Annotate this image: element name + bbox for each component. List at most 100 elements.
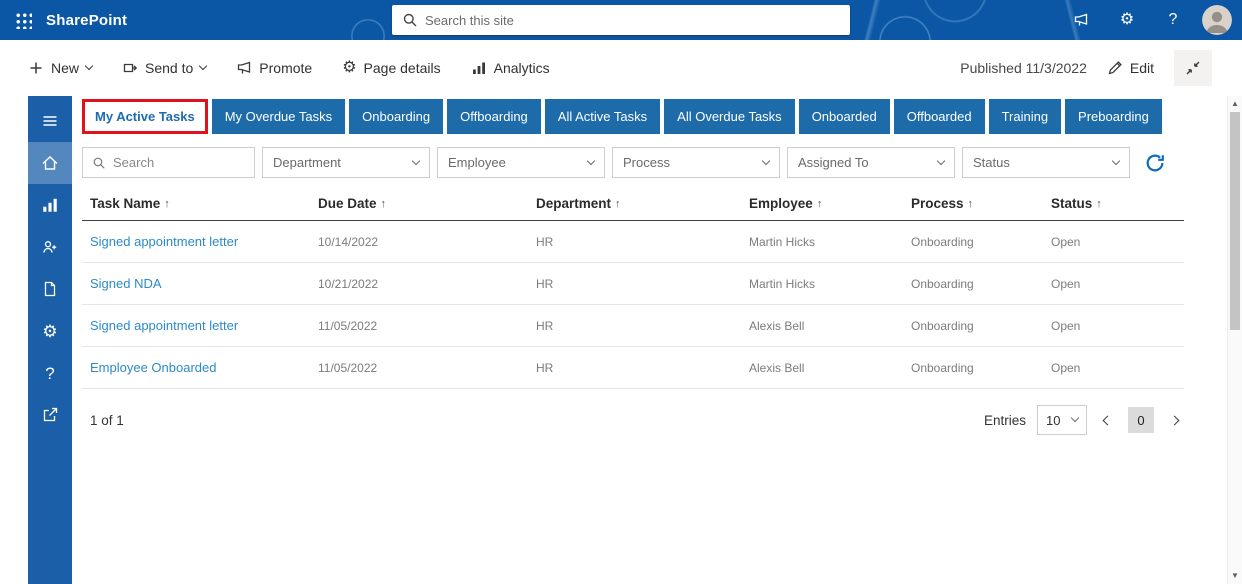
- filter-dropdown-process[interactable]: Process: [612, 147, 780, 178]
- table-body: Signed appointment letter10/14/2022HRMar…: [82, 221, 1184, 389]
- task-search-input[interactable]: [113, 155, 245, 170]
- tab-onboarding[interactable]: Onboarding: [349, 99, 443, 134]
- chevron-down-icon: [937, 156, 945, 164]
- column-label: Department: [536, 196, 611, 211]
- department-cell: HR: [528, 319, 741, 333]
- status-cell: Open: [1043, 277, 1184, 291]
- gear-icon: ⚙: [1120, 12, 1134, 28]
- gear-button[interactable]: ⚙: [1116, 9, 1138, 31]
- sidebar-share[interactable]: [28, 394, 72, 436]
- refresh-button[interactable]: [1144, 152, 1166, 174]
- current-page-button[interactable]: 0: [1128, 407, 1154, 433]
- sidebar-analytics[interactable]: [28, 184, 72, 226]
- search-icon: [92, 156, 106, 170]
- column-header-department[interactable]: Department↑: [528, 196, 741, 211]
- process-cell: Onboarding: [903, 277, 1043, 291]
- dropdown-label: Assigned To: [798, 155, 869, 170]
- task-name-cell: Signed NDA: [82, 276, 310, 291]
- entries-label: Entries: [984, 413, 1026, 428]
- previous-page-button[interactable]: [1098, 413, 1117, 428]
- entries-select[interactable]: 10: [1037, 405, 1087, 435]
- column-header-status[interactable]: Status↑: [1043, 196, 1184, 211]
- column-header-due-date[interactable]: Due Date↑: [310, 196, 528, 211]
- gear-icon: ⚙: [42, 323, 57, 340]
- megaphone-button[interactable]: [1070, 9, 1092, 31]
- vertical-scrollbar[interactable]: ▲ ▼: [1227, 96, 1242, 584]
- site-search-input[interactable]: [425, 13, 840, 28]
- tab-preboarding[interactable]: Preboarding: [1065, 99, 1162, 134]
- task-search-box[interactable]: [82, 147, 255, 178]
- table-row: Employee Onboarded11/05/2022HRAlexis Bel…: [82, 347, 1184, 389]
- task-name-link[interactable]: Employee Onboarded: [90, 360, 216, 375]
- process-cell: Onboarding: [903, 235, 1043, 249]
- tab-offboarded[interactable]: Offboarded: [894, 99, 985, 134]
- people-icon: [41, 238, 59, 256]
- tab-my-active-tasks[interactable]: My Active Tasks: [82, 99, 208, 134]
- tab-offboarding[interactable]: Offboarding: [447, 99, 541, 134]
- help-button[interactable]: ?: [1162, 9, 1184, 31]
- send-icon: [122, 60, 138, 76]
- send-to-button[interactable]: Send to: [122, 60, 206, 76]
- scroll-up-arrow[interactable]: ▲: [1228, 98, 1242, 110]
- sidebar-help[interactable]: ?: [28, 352, 72, 394]
- promote-button[interactable]: Promote: [236, 60, 312, 76]
- due-date-cell: 10/14/2022: [310, 235, 528, 249]
- task-name-link[interactable]: Signed NDA: [90, 276, 162, 291]
- new-button[interactable]: New: [28, 60, 92, 76]
- sharepoint-logo[interactable]: SharePoint: [46, 12, 127, 29]
- task-name-cell: Signed appointment letter: [82, 318, 310, 333]
- app-launcher-button[interactable]: [0, 0, 46, 40]
- next-page-button[interactable]: [1165, 413, 1184, 428]
- sidebar-home[interactable]: [28, 142, 72, 184]
- topbar-actions: ⚙?: [1070, 9, 1184, 31]
- table-row: Signed NDA10/21/2022HRMartin HicksOnboar…: [82, 263, 1184, 305]
- sharepoint-page: SharePoint ⚙? NewSend toPromote⚙Page det…: [0, 0, 1242, 584]
- column-label: Process: [911, 196, 964, 211]
- page-details-button[interactable]: ⚙Page details: [342, 60, 440, 76]
- sidebar-menu[interactable]: [28, 100, 72, 142]
- search-icon: [402, 12, 418, 28]
- site-search-box[interactable]: [392, 5, 850, 35]
- process-cell: Onboarding: [903, 361, 1043, 375]
- tab-onboarded[interactable]: Onboarded: [799, 99, 890, 134]
- sidebar-gear[interactable]: ⚙: [28, 310, 72, 352]
- filter-dropdown-department[interactable]: Department: [262, 147, 430, 178]
- suite-header: SharePoint ⚙?: [0, 0, 1242, 40]
- waffle-icon: [15, 12, 32, 29]
- sidebar-document[interactable]: [28, 268, 72, 310]
- chevron-down-icon: [85, 62, 93, 70]
- command-label: Page details: [364, 60, 441, 76]
- account-button[interactable]: [1202, 5, 1232, 35]
- scrollbar-thumb[interactable]: [1230, 112, 1240, 330]
- task-name-link[interactable]: Signed appointment letter: [90, 234, 238, 249]
- filter-dropdown-assigned-to[interactable]: Assigned To: [787, 147, 955, 178]
- command-bar-right: Published 11/3/2022 Edit: [960, 50, 1212, 86]
- filter-dropdown-status[interactable]: Status: [962, 147, 1130, 178]
- analytics-button[interactable]: Analytics: [471, 60, 550, 76]
- edit-button[interactable]: Edit: [1107, 60, 1154, 76]
- column-header-task-name[interactable]: Task Name↑: [82, 196, 310, 211]
- tabs-row: My Active TasksMy Overdue TasksOnboardin…: [82, 99, 1184, 134]
- tab-all-active-tasks[interactable]: All Active Tasks: [545, 99, 660, 134]
- dropdown-label: Process: [623, 155, 670, 170]
- help-icon: ?: [45, 365, 54, 382]
- tab-all-overdue-tasks[interactable]: All Overdue Tasks: [664, 99, 795, 134]
- column-header-employee[interactable]: Employee↑: [741, 196, 903, 211]
- task-name-link[interactable]: Signed appointment letter: [90, 318, 238, 333]
- tab-my-overdue-tasks[interactable]: My Overdue Tasks: [212, 99, 345, 134]
- collapse-button[interactable]: [1174, 50, 1212, 86]
- chevron-down-icon: [762, 156, 770, 164]
- task-name-cell: Employee Onboarded: [82, 360, 310, 375]
- column-header-process[interactable]: Process ↑: [903, 196, 1043, 211]
- due-date-cell: 10/21/2022: [310, 277, 528, 291]
- filter-dropdown-employee[interactable]: Employee: [437, 147, 605, 178]
- scroll-down-arrow[interactable]: ▼: [1228, 570, 1242, 582]
- pagination-controls: Entries 10 0: [984, 405, 1184, 435]
- sidebar-people[interactable]: [28, 226, 72, 268]
- employee-cell: Alexis Bell: [741, 319, 903, 333]
- megaphone-icon: [236, 60, 252, 76]
- sort-ascending-icon: ↑: [968, 198, 974, 210]
- tab-training[interactable]: Training: [989, 99, 1061, 134]
- process-cell: Onboarding: [903, 319, 1043, 333]
- sort-ascending-icon: ↑: [817, 198, 823, 210]
